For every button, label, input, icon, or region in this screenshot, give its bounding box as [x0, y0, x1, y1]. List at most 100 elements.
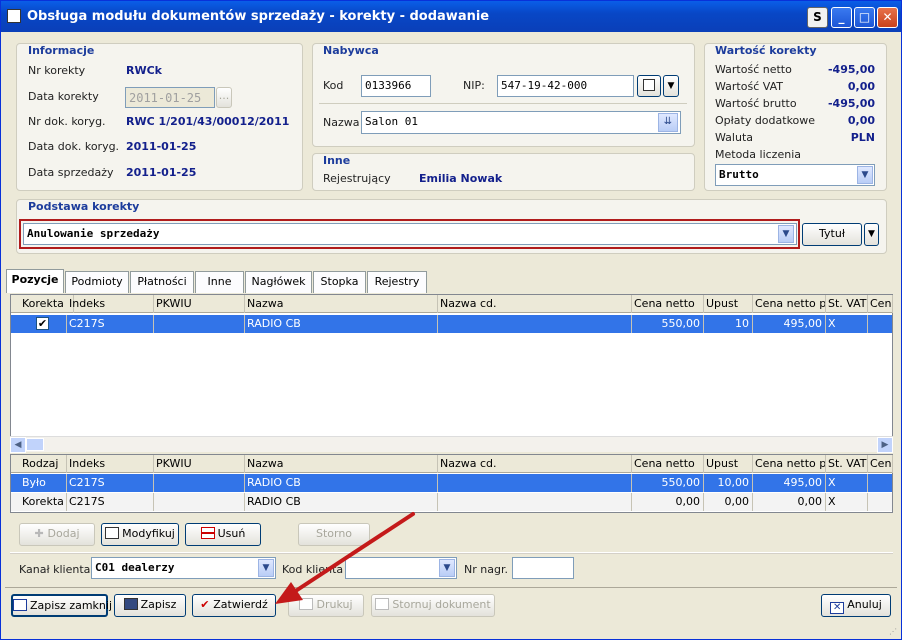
- data-korekty-field[interactable]: 2011-01-25: [125, 87, 215, 108]
- kod-label: Kod: [323, 79, 344, 92]
- korekta-detail-grid[interactable]: Rodzaj Indeks PKWIU Nazwa Nazwa cd. Cena…: [10, 454, 893, 513]
- grid2-header: Rodzaj Indeks PKWIU Nazwa Nazwa cd. Cena…: [11, 455, 893, 473]
- waluta-label: Waluta: [715, 131, 753, 144]
- tab-stopka[interactable]: Stopka: [313, 271, 366, 293]
- data-sprz-label: Data sprzedaży: [28, 166, 114, 179]
- kanal-code: C01: [95, 561, 115, 574]
- col-nazwa-cd[interactable]: Nazwa cd.: [437, 295, 632, 313]
- nabywca-divider: [319, 103, 687, 104]
- col-nazwa[interactable]: Nazwa: [244, 295, 438, 313]
- plus-icon: ✚: [34, 527, 48, 540]
- tab-podmioty[interactable]: Podmioty: [65, 271, 129, 293]
- col-cena-netto[interactable]: Cena netto: [631, 295, 704, 313]
- wartosc-netto-value: -495,00: [827, 63, 875, 76]
- data-dok-value: 2011-01-25: [126, 140, 197, 153]
- cell-nazwa-cd: [437, 474, 632, 492]
- pozycje-grid[interactable]: Korekta Indeks PKWIU Nazwa Nazwa cd. Cen…: [10, 294, 893, 452]
- col-cena[interactable]: Cena: [867, 295, 893, 313]
- nazwa-input[interactable]: Salon 01: [361, 111, 681, 134]
- modyfikuj-label: Modyfikuj: [122, 527, 175, 540]
- nabywca-title: Nabywca: [323, 44, 379, 57]
- scroll-thumb[interactable]: [26, 438, 44, 451]
- zapisz-zamknij-button[interactable]: Zapisz zamknij: [11, 594, 112, 617]
- grid1-horizontal-scrollbar[interactable]: ◀ ▶: [10, 436, 893, 453]
- grid1-header: Korekta Indeks PKWIU Nazwa Nazwa cd. Cen…: [11, 295, 893, 313]
- separator: [5, 587, 897, 588]
- scroll-left-icon[interactable]: ◀: [10, 437, 26, 453]
- rejestrujacy-value: Emilia Nowak: [419, 172, 503, 185]
- col-upust[interactable]: Upust: [703, 295, 753, 313]
- date-picker-button[interactable]: ...: [216, 87, 232, 108]
- window-title: Obsługa modułu dokumentów sprzedaży - ko…: [27, 9, 490, 24]
- kod-klienta-chevron-down-icon[interactable]: ▼: [439, 559, 455, 577]
- kod-dropdown-button[interactable]: ▼: [663, 75, 679, 97]
- dodaj-button[interactable]: ✚ Dodaj: [19, 523, 95, 546]
- nazwa-lookup-icon[interactable]: ⇊: [658, 113, 678, 132]
- s-button[interactable]: S: [807, 7, 828, 28]
- kanal-select[interactable]: C01 dealerzy: [91, 557, 276, 579]
- col-nazwa[interactable]: Nazwa: [244, 455, 438, 473]
- wartosc-brutto-value: -495,00: [827, 97, 875, 110]
- zapisz-button[interactable]: Zapisz: [114, 594, 186, 617]
- tab-pozycje[interactable]: Pozycje: [6, 269, 64, 293]
- data-dok-label: Data dok. koryg.: [28, 140, 120, 153]
- dodaj-label: Dodaj: [47, 527, 80, 540]
- cell-upust: 10,00: [703, 474, 753, 492]
- kod-input[interactable]: 0133966: [361, 75, 431, 97]
- nip-input[interactable]: 547-19-42-000: [497, 75, 634, 97]
- modyfikuj-button[interactable]: Modyfikuj: [101, 523, 179, 546]
- col-indeks[interactable]: Indeks: [66, 295, 154, 313]
- col-upust[interactable]: Upust: [703, 455, 753, 473]
- col-rodzaj[interactable]: Rodzaj: [19, 455, 67, 473]
- resize-grip-icon[interactable]: ⋰: [889, 627, 899, 637]
- usun-button[interactable]: Usuń: [185, 523, 261, 546]
- tytul-button[interactable]: Tytuł: [802, 223, 862, 246]
- kanal-label: Kanał klienta: [19, 563, 91, 576]
- col-st-vat[interactable]: St. VAT: [825, 295, 868, 313]
- cell-cena-netto-po: 0,00: [752, 493, 826, 511]
- col-cena-netto[interactable]: Cena netto: [631, 455, 704, 473]
- title-bar[interactable]: Obsługa modułu dokumentów sprzedaży - ko…: [1, 1, 901, 32]
- anuluj-label: Anuluj: [847, 598, 882, 611]
- table-row[interactable]: Było C217S RADIO CB 550,00 10,00 495,00 …: [11, 474, 892, 492]
- col-st-vat[interactable]: St. VAT: [825, 455, 868, 473]
- table-row[interactable]: ✔ C217S RADIO CB 550,00 10 495,00 X: [11, 315, 892, 333]
- col-cena-netto-po[interactable]: Cena netto p...: [752, 295, 826, 313]
- nr-dok-label: Nr dok. koryg.: [28, 115, 106, 128]
- oplaty-value: 0,00: [847, 114, 875, 127]
- col-indeks[interactable]: Indeks: [66, 455, 154, 473]
- cell-cena-netto: 0,00: [631, 493, 704, 511]
- tab-inne[interactable]: Inne: [195, 271, 244, 293]
- col-nazwa-cd[interactable]: Nazwa cd.: [437, 455, 632, 473]
- delete-icon: [200, 527, 215, 539]
- cell-korekta[interactable]: ✔: [19, 315, 67, 333]
- minimize-button[interactable]: _: [831, 7, 852, 28]
- tab-platnosci[interactable]: Płatności: [130, 271, 194, 293]
- col-pkwiu[interactable]: PKWIU: [153, 295, 245, 313]
- podstawa-chevron-down-icon[interactable]: ▼: [778, 225, 794, 243]
- podstawa-select[interactable]: Anulowanie sprzedaży: [23, 223, 797, 245]
- col-pkwiu[interactable]: PKWIU: [153, 455, 245, 473]
- scroll-right-icon[interactable]: ▶: [877, 437, 893, 453]
- contact-card-button[interactable]: [637, 75, 661, 97]
- tab-rejestry[interactable]: Rejestry: [367, 271, 427, 293]
- wartosc-brutto-label: Wartość brutto: [715, 97, 797, 110]
- checkbox-checked-icon[interactable]: ✔: [36, 317, 49, 330]
- close-button[interactable]: ✕: [877, 7, 898, 28]
- wartosc-vat-value: 0,00: [847, 80, 875, 93]
- col-cena[interactable]: Cena: [867, 455, 893, 473]
- separator: [10, 552, 893, 554]
- metoda-select[interactable]: Brutto: [715, 164, 875, 186]
- cell-cena-netto-po: 495,00: [752, 474, 826, 492]
- nr-nagr-input[interactable]: [512, 557, 574, 579]
- main-window: Obsługa modułu dokumentów sprzedaży - ko…: [0, 0, 902, 640]
- maximize-button[interactable]: □: [854, 7, 875, 28]
- cancel-x-icon: ✕: [830, 602, 845, 614]
- anuluj-button[interactable]: ✕ Anuluj: [821, 594, 891, 617]
- tab-naglowek[interactable]: Nagłówek: [245, 271, 312, 293]
- cell-rodzaj: Było: [19, 474, 67, 492]
- table-row[interactable]: Korekta C217S RADIO CB 0,00 0,00 0,00 X: [11, 493, 892, 511]
- col-cena-netto-po[interactable]: Cena netto p...: [752, 455, 826, 473]
- tytul-dropdown-button[interactable]: ▼: [864, 223, 879, 246]
- metoda-chevron-down-icon[interactable]: ▼: [857, 166, 873, 184]
